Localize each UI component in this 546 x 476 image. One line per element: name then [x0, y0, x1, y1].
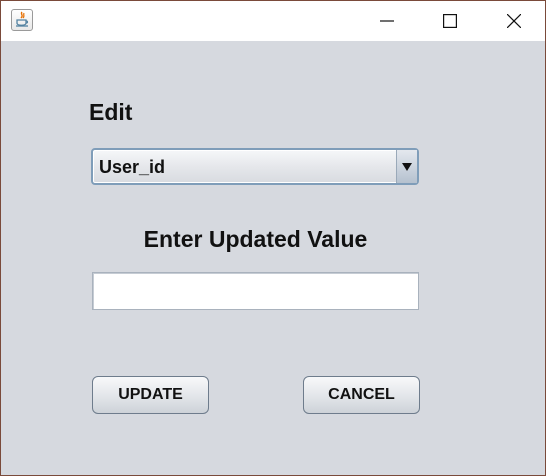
- updated-value-input[interactable]: [92, 272, 419, 310]
- minimize-icon: [380, 20, 394, 22]
- maximize-button[interactable]: [427, 1, 473, 41]
- edit-label: Edit: [89, 99, 133, 125]
- close-button[interactable]: [491, 1, 537, 41]
- field-select-value: User_id: [99, 157, 166, 177]
- maximize-icon: [443, 14, 457, 28]
- app-window: Edit User_id Enter Updated Value UPDATE …: [0, 0, 546, 476]
- title-bar[interactable]: [1, 1, 545, 41]
- form-panel: Edit User_id Enter Updated Value UPDATE …: [1, 41, 545, 475]
- java-cup-icon[interactable]: [11, 9, 33, 31]
- updated-value-label: Enter Updated Value: [143, 226, 368, 252]
- close-icon: [507, 14, 521, 28]
- dropdown-button[interactable]: [396, 150, 417, 183]
- chevron-down-icon: [402, 163, 412, 171]
- cancel-button[interactable]: CANCEL: [303, 376, 420, 414]
- minimize-button[interactable]: [364, 1, 410, 41]
- update-button[interactable]: UPDATE: [92, 376, 209, 414]
- field-select[interactable]: User_id: [91, 148, 419, 185]
